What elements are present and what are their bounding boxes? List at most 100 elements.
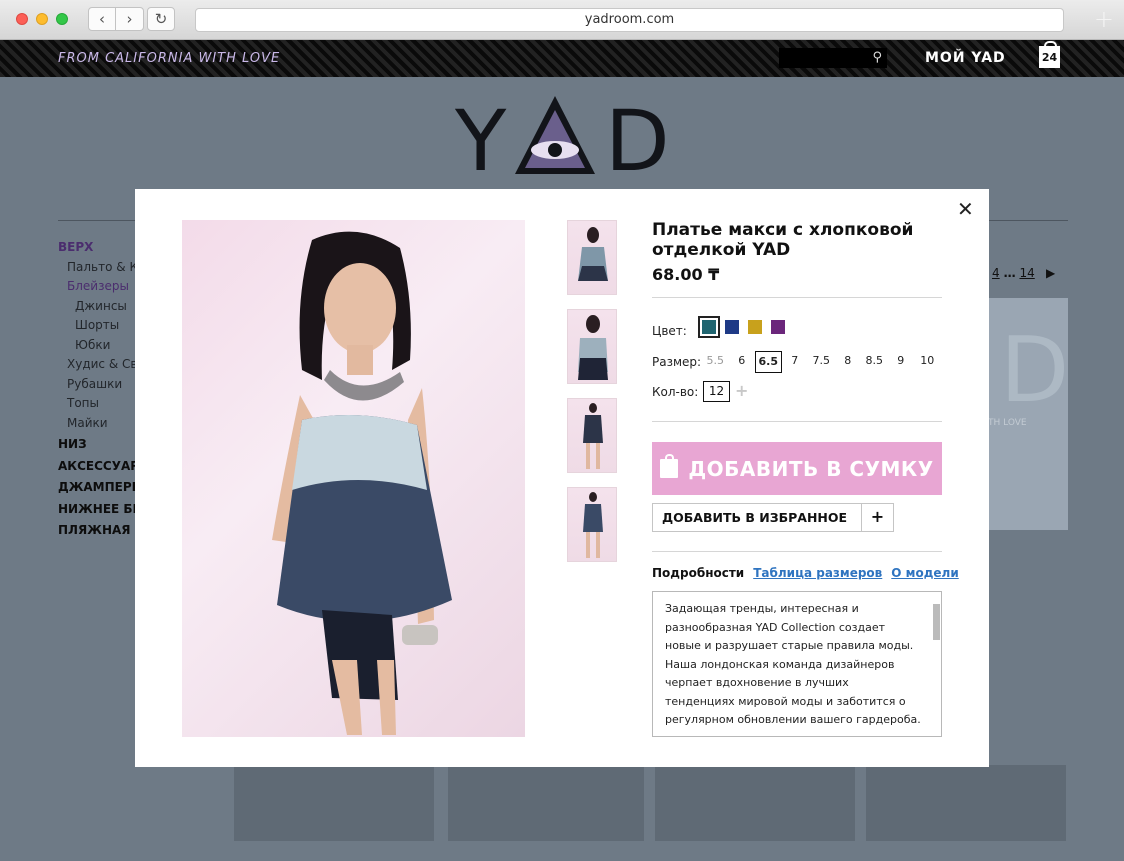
zoom-window-button[interactable] — [56, 13, 68, 25]
banner-letter: D — [1000, 318, 1070, 423]
size-option[interactable]: 8.5 — [861, 351, 888, 373]
product-tile[interactable] — [655, 765, 855, 841]
size-option-selected[interactable]: 6.5 — [755, 351, 782, 373]
size-option[interactable]: 6 — [729, 351, 756, 373]
tab-details[interactable]: Подробности — [652, 566, 744, 580]
size-option: 5.5 — [706, 354, 725, 367]
size-option[interactable]: 7.5 — [808, 351, 835, 373]
color-label: Цвет: — [652, 324, 687, 338]
close-modal-button[interactable]: ✕ — [957, 197, 974, 221]
svg-text:Y: Y — [455, 92, 507, 178]
size-option[interactable]: 7 — [782, 351, 809, 373]
size-option[interactable]: 8 — [835, 351, 862, 373]
product-tile[interactable] — [448, 765, 644, 841]
page-link-last[interactable]: 14 — [1019, 266, 1034, 280]
size-option[interactable]: 10 — [914, 351, 941, 373]
sidebar-item-jeans[interactable]: Джинсы — [58, 299, 138, 319]
sidebar-item-jumpers[interactable]: ДЖАМПЕРЫ — [58, 480, 138, 500]
close-icon: ✕ — [957, 197, 974, 221]
color-swatch-purple[interactable] — [771, 320, 785, 334]
sidebar-item-tops[interactable]: Топы — [58, 396, 138, 416]
thumbnail-3[interactable] — [567, 398, 617, 473]
product-quickview-modal: ✕ Платье макси с хлопковой отделкой YAD … — [135, 189, 989, 767]
search-input[interactable]: ⚲ — [779, 48, 887, 68]
banner-text: TH LOVE — [988, 418, 1027, 428]
sidebar-item-beachwear[interactable]: ПЛЯЖНАЯ О — [58, 523, 138, 543]
product-main-image — [182, 220, 525, 737]
sidebar-item-hoodies[interactable]: Худис & Св — [58, 357, 138, 377]
plus-icon: + — [861, 504, 893, 531]
description-scrollbar[interactable] — [933, 604, 940, 640]
logo-mark: Y D — [454, 92, 670, 190]
product-tile[interactable] — [866, 765, 1066, 841]
sidebar-item-accessories[interactable]: АКСЕССУАРЫ — [58, 459, 138, 479]
sidebar-item-blazers[interactable]: Блейзеры — [58, 279, 138, 299]
sidebar-item-lingerie[interactable]: НИЖНЕЕ БЕЛ — [58, 502, 138, 522]
divider — [652, 297, 942, 298]
window-controls — [16, 13, 68, 25]
product-title: Платье макси с хлопковой отделкой YAD — [652, 220, 914, 260]
reload-button[interactable]: ↻ — [147, 7, 175, 31]
size-label: Размер: — [652, 355, 702, 369]
new-tab-button[interactable]: + — [1094, 6, 1114, 32]
plus-icon: + — [735, 381, 749, 400]
next-page-arrow[interactable]: ▶ — [1046, 266, 1055, 280]
product-description[interactable]: Задающая тренды, интересная и разнообраз… — [652, 591, 942, 737]
cart-count: 24 — [1041, 51, 1058, 64]
thumbnail-4[interactable] — [567, 487, 617, 562]
product-info-tabs: Подробности Таблица размеров О модели — [652, 566, 959, 580]
color-swatch-navy[interactable] — [725, 320, 739, 334]
color-swatch-mustard[interactable] — [748, 320, 762, 334]
sidebar-item-skirts[interactable]: Юбки — [58, 338, 138, 358]
size-selector: 5.5 6 6.5 7 7.5 8 8.5 9 10 — [702, 351, 941, 373]
minimize-window-button[interactable] — [36, 13, 48, 25]
tab-about-model[interactable]: О модели — [891, 566, 958, 580]
add-to-favorites-label: ДОБАВИТЬ В ИЗБРАННОЕ — [662, 510, 848, 525]
chevron-left-icon: ‹ — [99, 10, 105, 28]
quantity-input[interactable]: 12 — [703, 381, 730, 402]
product-price: 68.00 ₸ — [652, 265, 720, 284]
browser-toolbar: ‹ › ↻ yadroom.com + — [0, 0, 1124, 40]
category-sidebar: ВЕРХ Пальто & К Блейзеры Джинсы Шорты Юб… — [58, 240, 138, 543]
pagination: 4… 14 — [992, 266, 1039, 280]
quantity-increase-button[interactable]: + — [735, 381, 748, 400]
page-ellipsis: … — [1003, 266, 1016, 280]
thumbnail-2[interactable] — [567, 309, 617, 384]
page-link[interactable]: 4 — [992, 266, 1000, 280]
site-logo[interactable]: Y D — [454, 92, 675, 190]
sidebar-item-bottoms[interactable]: НИЗ — [58, 437, 138, 457]
cart-button[interactable]: 24 — [1039, 41, 1060, 68]
color-swatch-teal[interactable] — [698, 316, 720, 338]
add-to-favorites-button[interactable]: ДОБАВИТЬ В ИЗБРАННОЕ + — [652, 503, 894, 532]
sidebar-item-shirts[interactable]: Рубашки — [58, 377, 138, 397]
quantity-label: Кол-во: — [652, 385, 699, 399]
product-tile[interactable] — [234, 765, 434, 841]
account-link[interactable]: МОЙ YAD — [925, 50, 1006, 66]
plus-icon: + — [1093, 5, 1114, 33]
add-to-bag-button[interactable]: ДОБАВИТЬ В СУМКУ — [652, 442, 942, 495]
model-illustration — [272, 231, 452, 735]
address-bar[interactable]: yadroom.com — [195, 8, 1064, 32]
tab-size-chart[interactable]: Таблица размеров — [753, 566, 882, 580]
close-window-button[interactable] — [16, 13, 28, 25]
sidebar-item-coats[interactable]: Пальто & К — [58, 260, 138, 280]
description-text: Задающая тренды, интересная и разнообраз… — [665, 602, 921, 726]
back-button[interactable]: ‹ — [88, 7, 116, 31]
search-icon[interactable]: ⚲ — [872, 50, 882, 65]
thumbnail-1[interactable] — [567, 220, 617, 295]
color-swatches — [698, 316, 785, 338]
sidebar-item-shorts[interactable]: Шорты — [58, 318, 138, 338]
tagline: FROM CALIFORNIA WITH LOVE — [58, 51, 281, 66]
sidebar-item-tanks[interactable]: Майки — [58, 416, 138, 436]
reload-icon: ↻ — [154, 10, 168, 28]
size-option[interactable]: 9 — [888, 351, 915, 373]
shopping-bag-icon — [660, 454, 679, 478]
sidebar-item-top[interactable]: ВЕРХ — [58, 240, 138, 260]
thumbnail-list — [567, 220, 617, 562]
chevron-right-icon: › — [126, 10, 133, 28]
forward-button[interactable]: › — [116, 7, 144, 31]
site-topbar: FROM CALIFORNIA WITH LOVE ⚲ МОЙ YAD 24 — [0, 40, 1124, 77]
divider — [652, 551, 942, 552]
reload-group: ↻ — [147, 7, 175, 31]
add-to-bag-label: ДОБАВИТЬ В СУМКУ — [688, 456, 934, 481]
